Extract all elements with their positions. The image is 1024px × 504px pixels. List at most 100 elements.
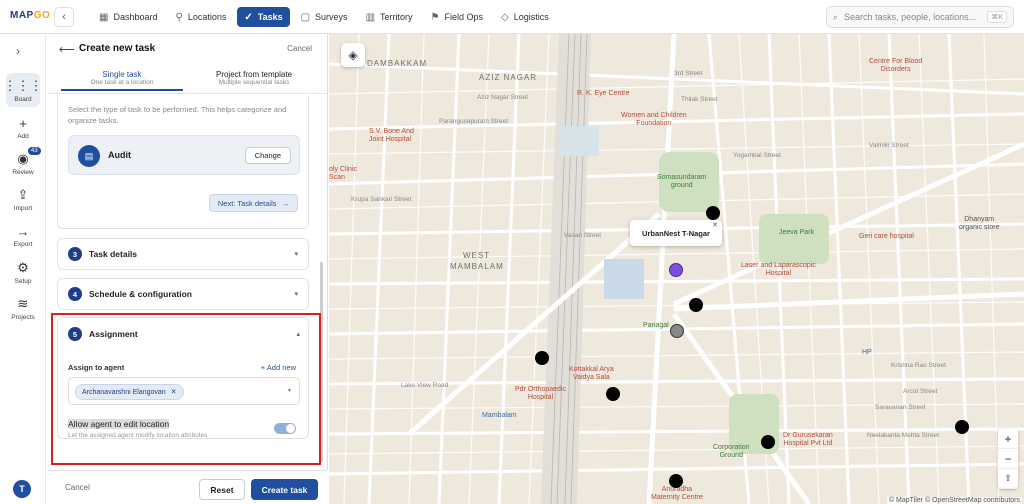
street-label: Arcot Street <box>903 388 938 395</box>
rail-item-projects[interactable]: ≋ Projects <box>0 296 46 321</box>
map-label: Dr Gurusekaran Hospital Pvt Ltd <box>783 432 833 447</box>
compass-icon[interactable]: ⇧ <box>998 469 1018 489</box>
map-marker[interactable] <box>535 351 549 365</box>
allow-edit-description: Let the assigned agent modify location a… <box>68 432 208 439</box>
header-cancel-button[interactable]: Cancel <box>287 44 312 53</box>
nav-tab-territory[interactable]: ▥ Territory <box>359 7 420 27</box>
section-schedule[interactable]: 4 Schedule & configuration ▾ <box>57 278 309 310</box>
chevron-down-icon: ▾ <box>287 388 291 394</box>
street-label: Parangusapuram Street <box>439 118 509 125</box>
map-marker[interactable] <box>955 420 969 434</box>
map-label: R. K. Eye Centre <box>577 90 630 97</box>
nav-tab-tasks[interactable]: ✓ Tasks <box>237 7 290 27</box>
map-label: Laser and Laparascopic Hospital <box>741 262 816 277</box>
panel-title: Create new task <box>79 43 156 54</box>
gear-icon: ⚙ <box>17 260 29 275</box>
document-icon: ▤ <box>78 145 100 167</box>
grid-icon: ⋮⋮⋮ <box>3 77 43 93</box>
rail-item-add[interactable]: + Add <box>0 116 46 140</box>
map-marker[interactable] <box>670 324 684 338</box>
map-label: Mambalam <box>482 412 517 419</box>
change-button[interactable]: Change <box>244 147 291 164</box>
add-new-agent-link[interactable]: + Add new <box>261 363 296 372</box>
map-marker[interactable] <box>761 435 775 449</box>
top-nav-bar: MAPGO ‹ ▦ Dashboard ⚲ Locations ✓ Tasks ▢ Su… <box>0 0 1024 34</box>
panel-scroll-area: Select the type of task to be performed.… <box>47 95 328 463</box>
selected-task-type: ▤ Audit Change <box>68 135 300 175</box>
zoom-in-button[interactable]: + <box>998 429 1018 449</box>
rail-item-setup[interactable]: ⚙ Setup <box>0 260 46 285</box>
map-label: Kottakkal Arya Vaidya Sala <box>569 366 614 381</box>
search-input[interactable]: ⌕ Search tasks, people, locations... ⌘K <box>826 6 1014 28</box>
footer-cancel-button[interactable]: Cancel <box>65 483 90 492</box>
map-marker[interactable] <box>669 474 683 488</box>
map-label: Pdr Orthopaedic Hospital <box>515 386 566 401</box>
map-view[interactable]: ◈ DAMBAKKAM AZIZ NAGAR WEST MAMBALAM R. … <box>329 34 1024 504</box>
map-label: Anuradha Maternity Centre <box>651 486 703 501</box>
task-type-card: Select the type of task to be performed.… <box>57 95 309 229</box>
map-label: Corporation Ground <box>713 444 750 459</box>
create-task-button[interactable]: Create task <box>251 479 318 500</box>
street-label: Krishna Rao Street <box>891 362 946 369</box>
avatar[interactable]: T <box>13 480 31 498</box>
section-task-details[interactable]: 3 Task details ▾ <box>57 238 309 270</box>
task-type-label: Audit <box>108 150 131 160</box>
layers-icon: ≋ <box>17 296 29 311</box>
nav-tab-dashboard[interactable]: ▦ Dashboard <box>92 7 164 27</box>
map-label: Dhanyam organic store <box>959 216 1000 231</box>
panel-scrollbar[interactable] <box>320 262 323 462</box>
next-task-details-button[interactable]: Next: Task details → <box>208 194 298 212</box>
allow-edit-toggle[interactable] <box>274 423 296 434</box>
selected-map-marker[interactable] <box>669 263 683 277</box>
create-task-panel: ⟵ Create new task Cancel Single task One… <box>47 34 328 504</box>
panel-footer: Cancel Reset Create task <box>47 470 328 504</box>
pin-icon: ⚲ <box>175 11 183 23</box>
eye-icon: ◉ <box>17 151 29 166</box>
map-marker[interactable] <box>606 387 620 401</box>
chevron-down-icon: ▾ <box>294 291 298 298</box>
street-label: Neelakanta Mehta Street <box>867 432 939 439</box>
back-arrow-icon[interactable]: ⟵ <box>59 43 75 56</box>
location-popup[interactable]: UrbanNest T-Nagar ✕ <box>630 220 722 246</box>
map-label: Geri care hospital <box>859 233 914 240</box>
assignment-header[interactable]: 5 Assignment ▴ <box>58 318 310 350</box>
street-label: 3rd Street <box>674 70 703 77</box>
map-marker[interactable] <box>689 298 703 312</box>
review-count-badge: 43 <box>28 147 41 155</box>
main-nav: ▦ Dashboard ⚲ Locations ✓ Tasks ▢ Surveys ▥ T… <box>92 7 556 27</box>
reset-button[interactable]: Reset <box>199 479 245 500</box>
task-type-description: Select the type of task to be performed.… <box>68 105 287 125</box>
zoom-out-button[interactable]: − <box>998 449 1018 469</box>
rail-item-import[interactable]: ⇪ Import <box>0 187 46 212</box>
plus-icon: + <box>19 116 27 131</box>
nav-tab-surveys[interactable]: ▢ Surveys <box>294 7 355 27</box>
map-label: Somasundaram ground <box>657 174 707 189</box>
rail-item-export[interactable]: → Export <box>0 224 46 248</box>
map-label: S.V. Bone And Joint Hospital <box>369 128 414 143</box>
chevron-up-icon: ▴ <box>296 331 300 338</box>
app-logo[interactable]: MAPGO <box>10 10 50 21</box>
nav-tab-logistics[interactable]: ◇ Logistics <box>494 7 556 27</box>
expand-rail-icon[interactable]: › <box>16 44 20 58</box>
check-icon: ✓ <box>244 11 253 23</box>
nav-tab-locations[interactable]: ⚲ Locations <box>168 7 233 27</box>
section-assignment: 5 Assignment ▴ Assign to agent + Add new… <box>57 317 309 439</box>
layers-icon[interactable]: ◈ <box>341 43 365 67</box>
tab-project-from-template[interactable]: Project from template Multiple sequentia… <box>193 70 315 86</box>
map-attribution[interactable]: © MapTiler © OpenStreetMap contributors <box>886 497 1022 504</box>
nav-tab-field-ops[interactable]: ⚑ Field Ops <box>424 7 490 27</box>
map-marker[interactable] <box>706 206 720 220</box>
map-label: WEST <box>463 251 491 260</box>
rail-item-board[interactable]: ⋮⋮⋮ Board <box>0 73 46 107</box>
close-icon[interactable]: ✕ <box>171 388 177 396</box>
map-label: oly Clinic Scan <box>329 166 358 181</box>
back-icon[interactable]: ‹ <box>54 7 74 27</box>
close-icon[interactable]: ✕ <box>712 221 718 229</box>
tab-single-task[interactable]: Single task One task at a location <box>61 70 183 91</box>
agent-chip: Archanavarshni Elangovan ✕ <box>75 384 184 400</box>
rail-item-review[interactable]: 43 ◉ Review <box>0 147 46 176</box>
map-label: HP <box>862 349 872 356</box>
map-label: DAMBAKKAM <box>367 59 428 68</box>
agent-select[interactable]: Archanavarshni Elangovan ✕ ▾ <box>68 377 300 405</box>
map-label: MAMBALAM <box>450 262 504 271</box>
